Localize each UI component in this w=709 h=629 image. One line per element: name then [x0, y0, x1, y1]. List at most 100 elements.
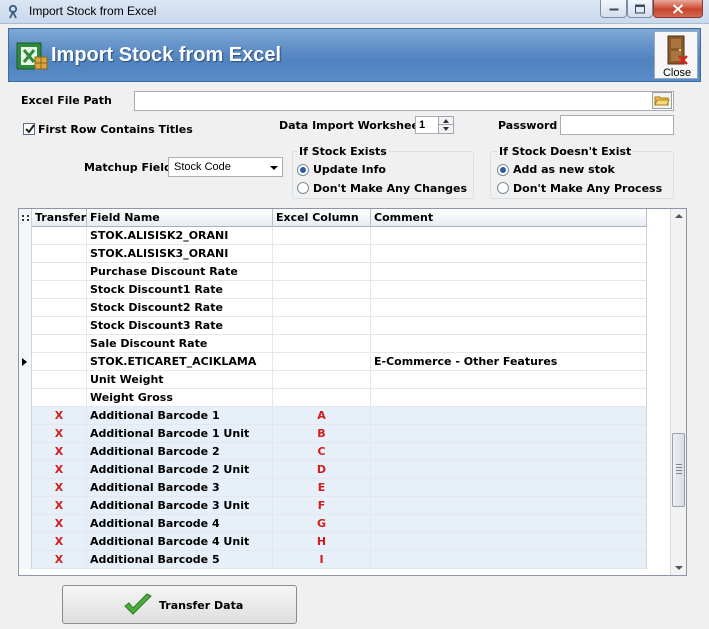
table-row[interactable]: X Additional Barcode 4 Unit H	[19, 533, 647, 551]
cell-transfer[interactable]: X	[32, 497, 87, 515]
row-indicator[interactable]	[19, 407, 32, 425]
cell-transfer[interactable]: X	[32, 479, 87, 497]
close-button[interactable]: Close	[654, 31, 698, 79]
cell-comment[interactable]	[371, 317, 647, 335]
cell-comment[interactable]	[371, 443, 647, 461]
cell-transfer[interactable]	[32, 281, 87, 299]
cell-field-name[interactable]: Stock Discount3 Rate	[87, 317, 273, 335]
spin-up-icon[interactable]	[439, 117, 453, 125]
cell-excel-column[interactable]: E	[273, 479, 371, 497]
table-row[interactable]: Unit Weight	[19, 371, 647, 389]
table-row[interactable]: X Additional Barcode 4G	[19, 515, 647, 533]
cell-field-name[interactable]: Additional Barcode 2 Unit	[87, 461, 273, 479]
grid-corner[interactable]	[19, 209, 32, 227]
field-mapping-grid[interactable]: Transfer Field Name Excel Column Comment…	[18, 208, 687, 576]
row-indicator[interactable]	[19, 497, 32, 515]
transfer-data-button[interactable]: Transfer Data	[62, 585, 297, 624]
minimize-button[interactable]	[600, 0, 627, 18]
cell-field-name[interactable]: Additional Barcode 3	[87, 479, 273, 497]
cell-transfer[interactable]: X	[32, 407, 87, 425]
cell-excel-column[interactable]: G	[273, 515, 371, 533]
cell-field-name[interactable]: Additional Barcode 2	[87, 443, 273, 461]
cell-excel-column[interactable]	[273, 317, 371, 335]
cell-comment[interactable]	[371, 227, 647, 245]
cell-field-name[interactable]: Additional Barcode 5	[87, 551, 273, 569]
cell-excel-column[interactable]	[273, 299, 371, 317]
password-input[interactable]	[560, 115, 674, 135]
cell-field-name[interactable]: Additional Barcode 3 Unit	[87, 497, 273, 515]
vertical-scrollbar[interactable]	[670, 209, 686, 575]
row-indicator[interactable]	[19, 389, 32, 407]
table-row[interactable]: X Additional Barcode 1A	[19, 407, 647, 425]
row-indicator[interactable]	[19, 479, 32, 497]
row-indicator[interactable]	[19, 371, 32, 389]
cell-excel-column[interactable]: A	[273, 407, 371, 425]
row-indicator[interactable]	[19, 551, 32, 569]
cell-excel-column[interactable]	[273, 263, 371, 281]
cell-field-name[interactable]: Additional Barcode 4	[87, 515, 273, 533]
scroll-up-icon[interactable]	[675, 214, 683, 218]
row-indicator[interactable]	[19, 263, 32, 281]
cell-comment[interactable]	[371, 407, 647, 425]
table-row[interactable]: STOK.ALISISK2_ORANI	[19, 227, 647, 245]
cell-comment[interactable]	[371, 533, 647, 551]
cell-transfer[interactable]	[32, 317, 87, 335]
row-indicator[interactable]	[19, 461, 32, 479]
cell-transfer[interactable]: X	[32, 443, 87, 461]
cell-transfer[interactable]	[32, 353, 87, 371]
cell-field-name[interactable]: STOK.ALISISK2_ORANI	[87, 227, 273, 245]
cell-excel-column[interactable]	[273, 353, 371, 371]
scrollbar-thumb[interactable]	[672, 433, 685, 507]
cell-comment[interactable]	[371, 515, 647, 533]
radio-no-process[interactable]	[497, 182, 509, 194]
cell-field-name[interactable]: STOK.ALISISK3_ORANI	[87, 245, 273, 263]
cell-excel-column[interactable]	[273, 227, 371, 245]
cell-field-name[interactable]: Stock Discount2 Rate	[87, 299, 273, 317]
cell-excel-column[interactable]	[273, 389, 371, 407]
worksheet-spinner[interactable]	[438, 116, 454, 134]
table-row[interactable]: STOK.ALISISK3_ORANI	[19, 245, 647, 263]
excel-file-path-input[interactable]	[134, 91, 674, 111]
cell-field-name[interactable]: Unit Weight	[87, 371, 273, 389]
row-indicator[interactable]	[19, 353, 32, 371]
table-row[interactable]: X Additional Barcode 5I	[19, 551, 647, 569]
cell-excel-column[interactable]: I	[273, 551, 371, 569]
cell-transfer[interactable]	[32, 245, 87, 263]
maximize-button[interactable]	[627, 0, 653, 18]
cell-transfer[interactable]: X	[32, 425, 87, 443]
column-header-comment[interactable]: Comment	[371, 209, 647, 227]
table-row[interactable]: Sale Discount Rate	[19, 335, 647, 353]
row-indicator[interactable]	[19, 245, 32, 263]
cell-comment[interactable]	[371, 461, 647, 479]
cell-excel-column[interactable]: B	[273, 425, 371, 443]
first-row-titles-checkbox[interactable]	[23, 123, 35, 135]
row-indicator[interactable]	[19, 515, 32, 533]
cell-comment[interactable]	[371, 263, 647, 281]
table-row[interactable]: X Additional Barcode 3E	[19, 479, 647, 497]
cell-excel-column[interactable]	[273, 245, 371, 263]
radio-no-changes[interactable]	[297, 182, 309, 194]
row-indicator[interactable]	[19, 317, 32, 335]
table-row[interactable]: Weight Gross	[19, 389, 647, 407]
window-close-button[interactable]	[653, 0, 703, 18]
cell-excel-column[interactable]	[273, 281, 371, 299]
cell-transfer[interactable]: X	[32, 533, 87, 551]
table-row[interactable]: Purchase Discount Rate	[19, 263, 647, 281]
cell-excel-column[interactable]: D	[273, 461, 371, 479]
cell-field-name[interactable]: Purchase Discount Rate	[87, 263, 273, 281]
cell-comment[interactable]	[371, 299, 647, 317]
cell-field-name[interactable]: Weight Gross	[87, 389, 273, 407]
table-row[interactable]: Stock Discount3 Rate	[19, 317, 647, 335]
cell-field-name[interactable]: Sale Discount Rate	[87, 335, 273, 353]
cell-field-name[interactable]: Additional Barcode 1 Unit	[87, 425, 273, 443]
cell-comment[interactable]	[371, 335, 647, 353]
cell-transfer[interactable]	[32, 371, 87, 389]
cell-comment[interactable]	[371, 425, 647, 443]
spin-down-icon[interactable]	[439, 125, 453, 133]
column-header-transfer[interactable]: Transfer	[32, 209, 87, 227]
column-header-field-name[interactable]: Field Name	[87, 209, 273, 227]
table-row[interactable]: X Additional Barcode 2 Unit D	[19, 461, 647, 479]
cell-transfer[interactable]	[32, 335, 87, 353]
row-indicator[interactable]	[19, 533, 32, 551]
radio-update-info[interactable]	[297, 164, 309, 176]
